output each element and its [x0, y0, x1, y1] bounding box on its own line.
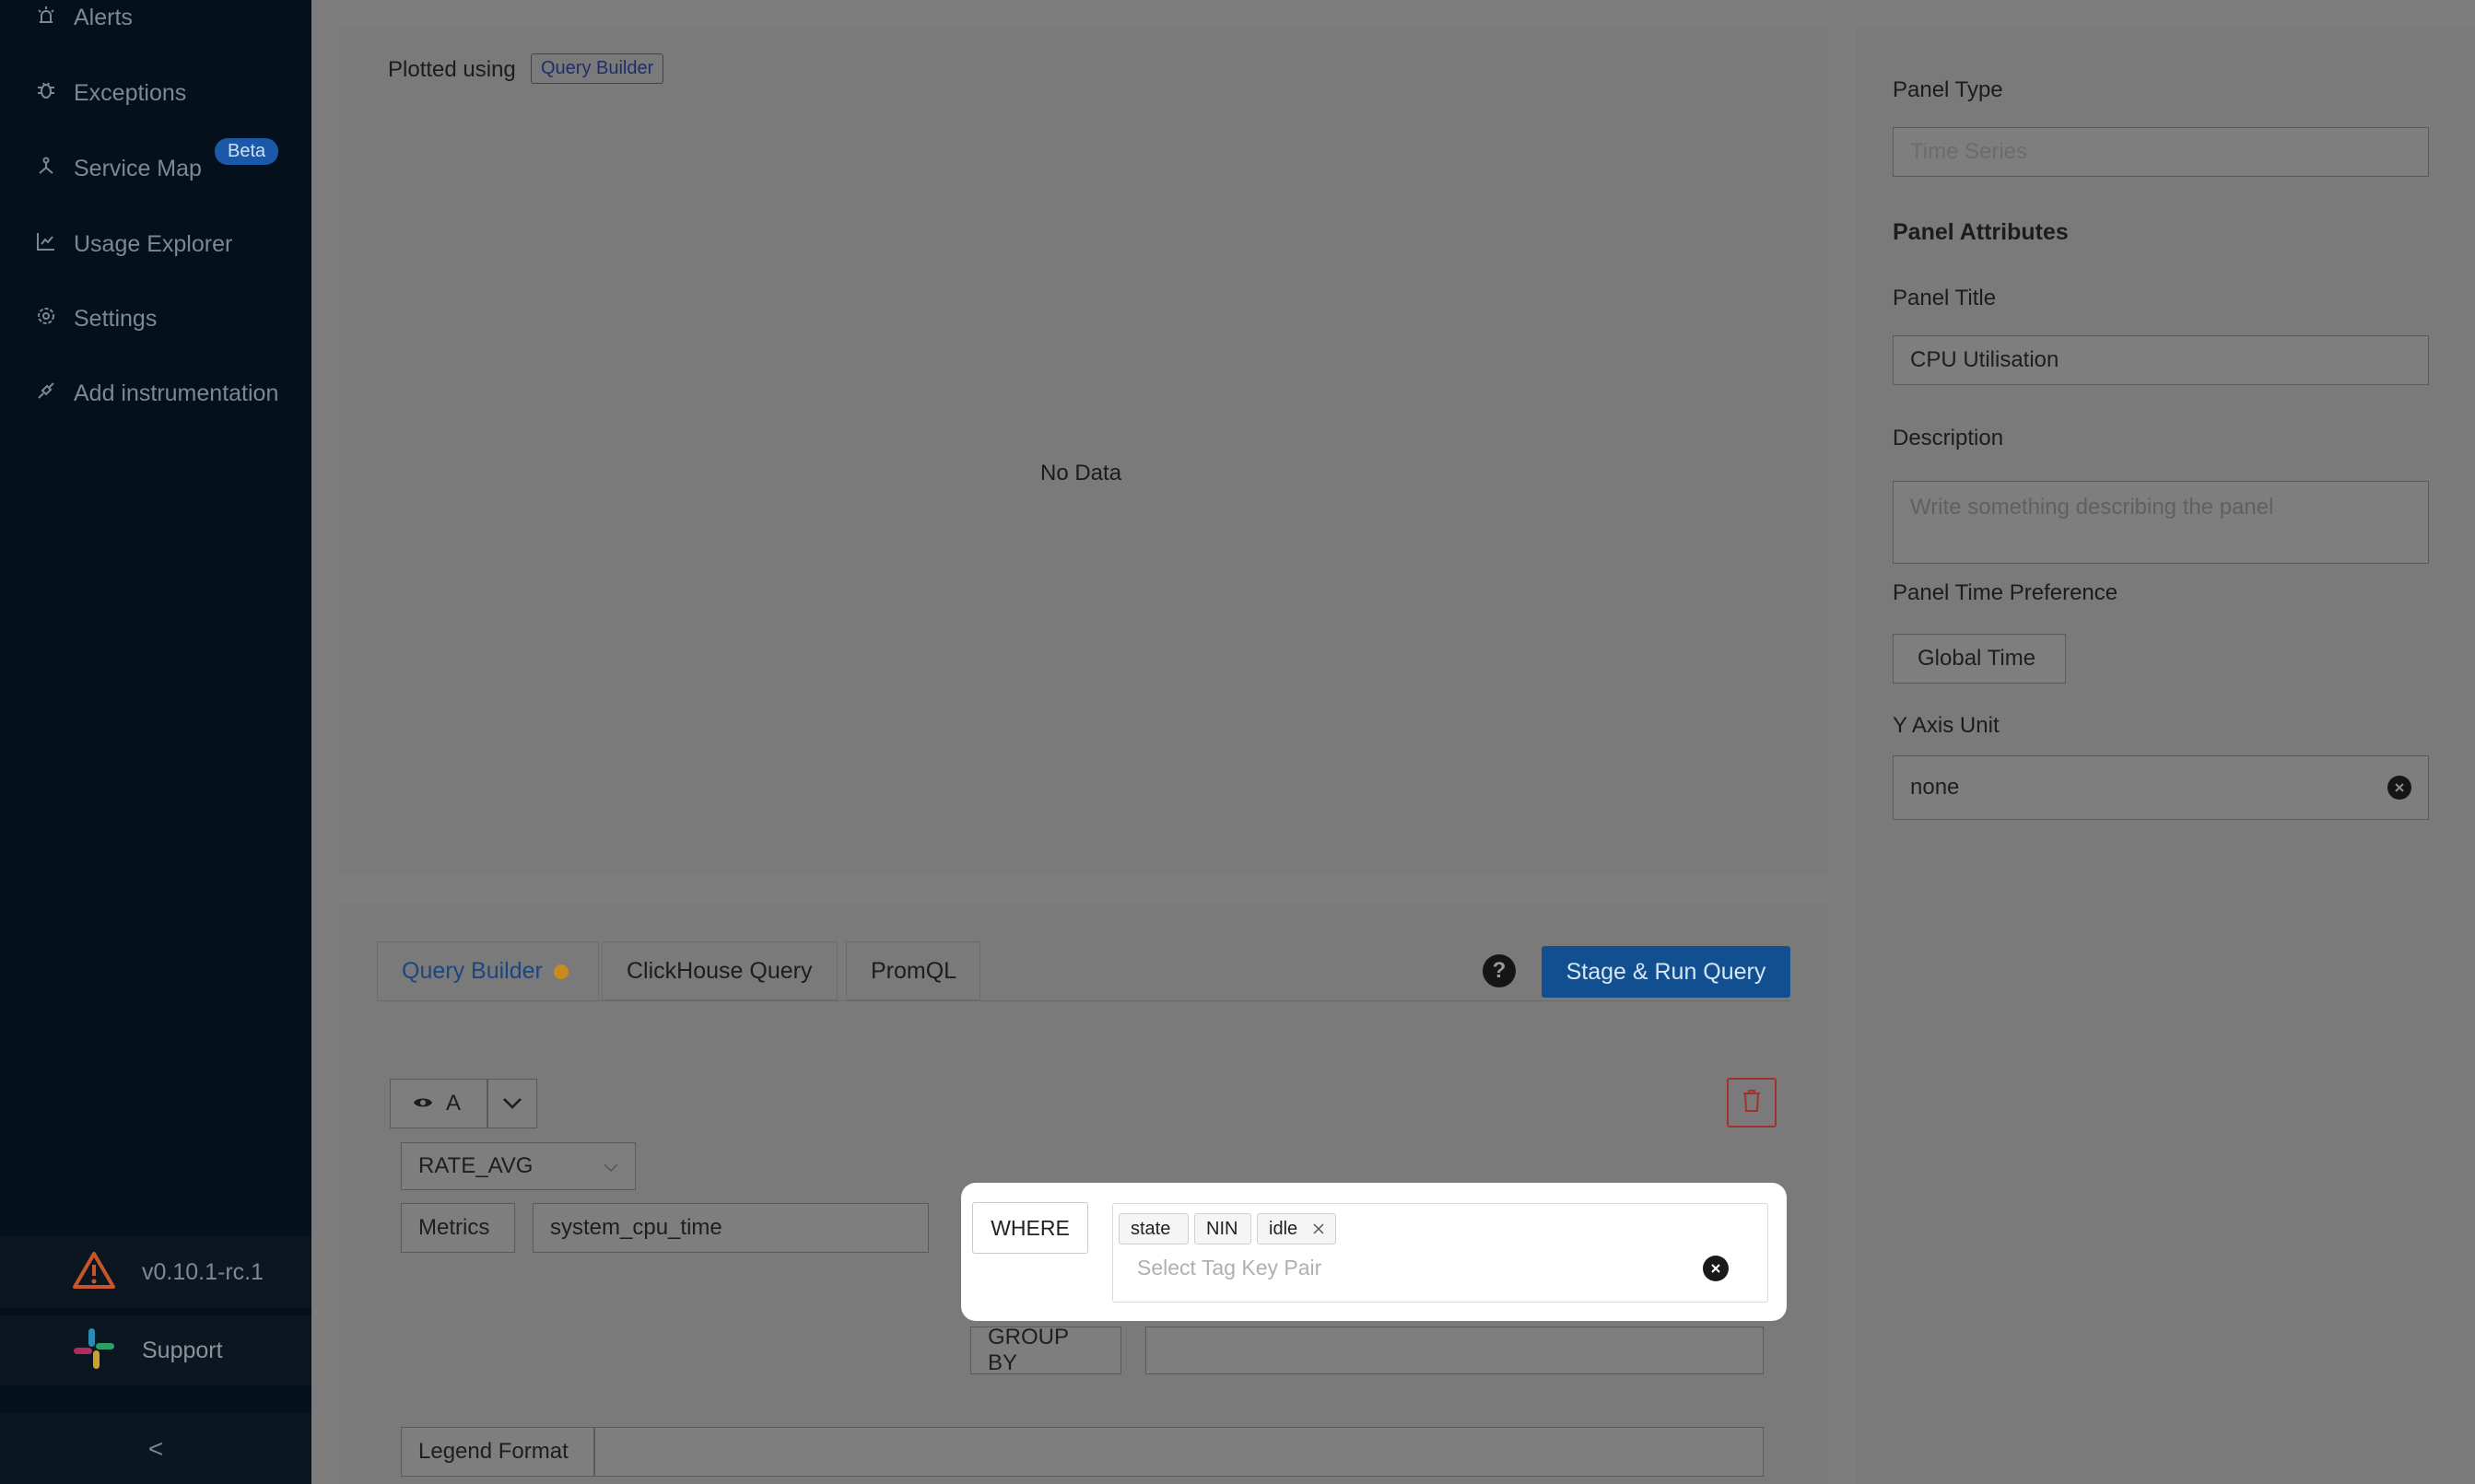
- stage-run-query-button[interactable]: Stage & Run Query: [1542, 946, 1790, 998]
- beta-badge: Beta: [215, 138, 279, 165]
- time-preference-button[interactable]: Global Time: [1893, 634, 2066, 684]
- chart-panel: [338, 28, 1827, 875]
- tag-filter-input[interactable]: state NIN idle Select Tag Key Pair: [1112, 1203, 1768, 1303]
- support-button[interactable]: Support: [0, 1315, 311, 1385]
- close-icon[interactable]: [1313, 1219, 1324, 1240]
- api-icon: [35, 380, 57, 408]
- where-label: WHERE: [972, 1202, 1088, 1254]
- sidebar-item-add-instrumentation[interactable]: Add instrumentation: [35, 380, 278, 408]
- legend-format-label: Legend Format: [401, 1427, 594, 1477]
- description-textarea[interactable]: Write something describing the panel: [1893, 481, 2429, 564]
- chevron-down-icon: [502, 1091, 522, 1116]
- line-chart-icon: [35, 230, 57, 259]
- collapse-sidebar-button[interactable]: <: [0, 1413, 311, 1484]
- sidebar-item-usage-explorer[interactable]: Usage Explorer: [35, 230, 232, 259]
- tabs-divider: [377, 1000, 1790, 1001]
- tag-placeholder: Select Tag Key Pair: [1137, 1256, 1322, 1280]
- slack-icon: [72, 1326, 116, 1375]
- expand-query-button[interactable]: [487, 1079, 537, 1128]
- warning-icon: [72, 1251, 116, 1294]
- panel-type-label: Panel Type: [1893, 77, 2003, 102]
- tab-clickhouse-query[interactable]: ClickHouse Query: [602, 941, 838, 1000]
- sidebar-item-label: Exceptions: [74, 80, 187, 106]
- bug-icon: [35, 79, 57, 108]
- tab-promql[interactable]: PromQL: [846, 941, 980, 1000]
- tab-label: PromQL: [871, 957, 957, 984]
- plotted-using-label: Plotted using: [388, 57, 516, 82]
- no-data-text: No Data: [1040, 461, 1122, 485]
- version-bar[interactable]: v0.10.1-rc.1: [0, 1236, 311, 1308]
- legend-format-input[interactable]: [594, 1427, 1764, 1477]
- version-label: v0.10.1-rc.1: [142, 1258, 264, 1285]
- tag-chip: state: [1119, 1213, 1189, 1244]
- sidebar-item-label: Alerts: [74, 5, 133, 30]
- metrics-label: Metrics: [401, 1203, 515, 1253]
- y-axis-unit-value: none: [1910, 775, 1960, 800]
- panel-type-select[interactable]: Time Series: [1893, 127, 2429, 177]
- sidebar-item-settings[interactable]: Settings: [35, 305, 157, 333]
- group-by-input[interactable]: [1145, 1326, 1764, 1374]
- tab-query-builder[interactable]: Query Builder: [377, 941, 599, 1000]
- query-visibility-toggle[interactable]: A: [390, 1079, 487, 1128]
- delete-query-button[interactable]: [1727, 1078, 1777, 1128]
- tab-label: ClickHouse Query: [627, 957, 813, 984]
- trash-icon: [1742, 1089, 1762, 1117]
- tag-chip-label: idle: [1269, 1218, 1298, 1239]
- eye-icon: [413, 1091, 433, 1116]
- time-preference-label: Panel Time Preference: [1893, 580, 2118, 605]
- sidebar-item-label: Usage Explorer: [74, 231, 233, 257]
- where-filter-popup: WHERE state NIN idle Select Tag Key Pair: [961, 1183, 1787, 1321]
- sidebar-item-label: Add instrumentation: [74, 380, 279, 406]
- tag-chip-removable: idle: [1257, 1213, 1336, 1244]
- aggregation-select[interactable]: RATE_AVG: [401, 1142, 636, 1190]
- gear-icon: [35, 305, 57, 333]
- support-label: Support: [142, 1337, 223, 1363]
- group-by-label: GROUP BY: [970, 1325, 1121, 1375]
- sidebar-item-alerts[interactable]: Alerts: [35, 4, 133, 32]
- plotted-using-tag: Query Builder: [531, 53, 664, 84]
- description-label: Description: [1893, 426, 2004, 450]
- query-name: A: [446, 1091, 462, 1116]
- y-axis-unit-select[interactable]: none: [1893, 755, 2429, 820]
- active-dot: [553, 964, 569, 979]
- help-icon[interactable]: ?: [1483, 954, 1516, 987]
- tag-chip: NIN: [1194, 1213, 1251, 1244]
- sidebar-item-label: Settings: [74, 306, 158, 332]
- clear-icon[interactable]: [2387, 776, 2411, 800]
- clear-icon[interactable]: [1703, 1256, 1729, 1281]
- alarm-icon: [35, 4, 57, 32]
- chevron-down-icon: [604, 1153, 618, 1179]
- panel-attributes-heading: Panel Attributes: [1893, 219, 2069, 245]
- y-axis-unit-label: Y Axis Unit: [1893, 713, 2000, 738]
- sidebar-item-service-map[interactable]: Service Map: [35, 155, 202, 183]
- panel-title-label: Panel Title: [1893, 286, 1997, 310]
- sidebar: Alerts Exceptions Service Map Beta Usage…: [0, 0, 311, 1484]
- aggregation-value: RATE_AVG: [418, 1153, 534, 1178]
- tab-label: Query Builder: [402, 958, 543, 984]
- metrics-input[interactable]: system_cpu_time: [533, 1203, 929, 1253]
- sidebar-item-label: Service Map: [74, 156, 202, 181]
- sidebar-item-exceptions[interactable]: Exceptions: [35, 79, 186, 108]
- panel-title-input[interactable]: CPU Utilisation: [1893, 335, 2429, 385]
- network-icon: [35, 155, 57, 183]
